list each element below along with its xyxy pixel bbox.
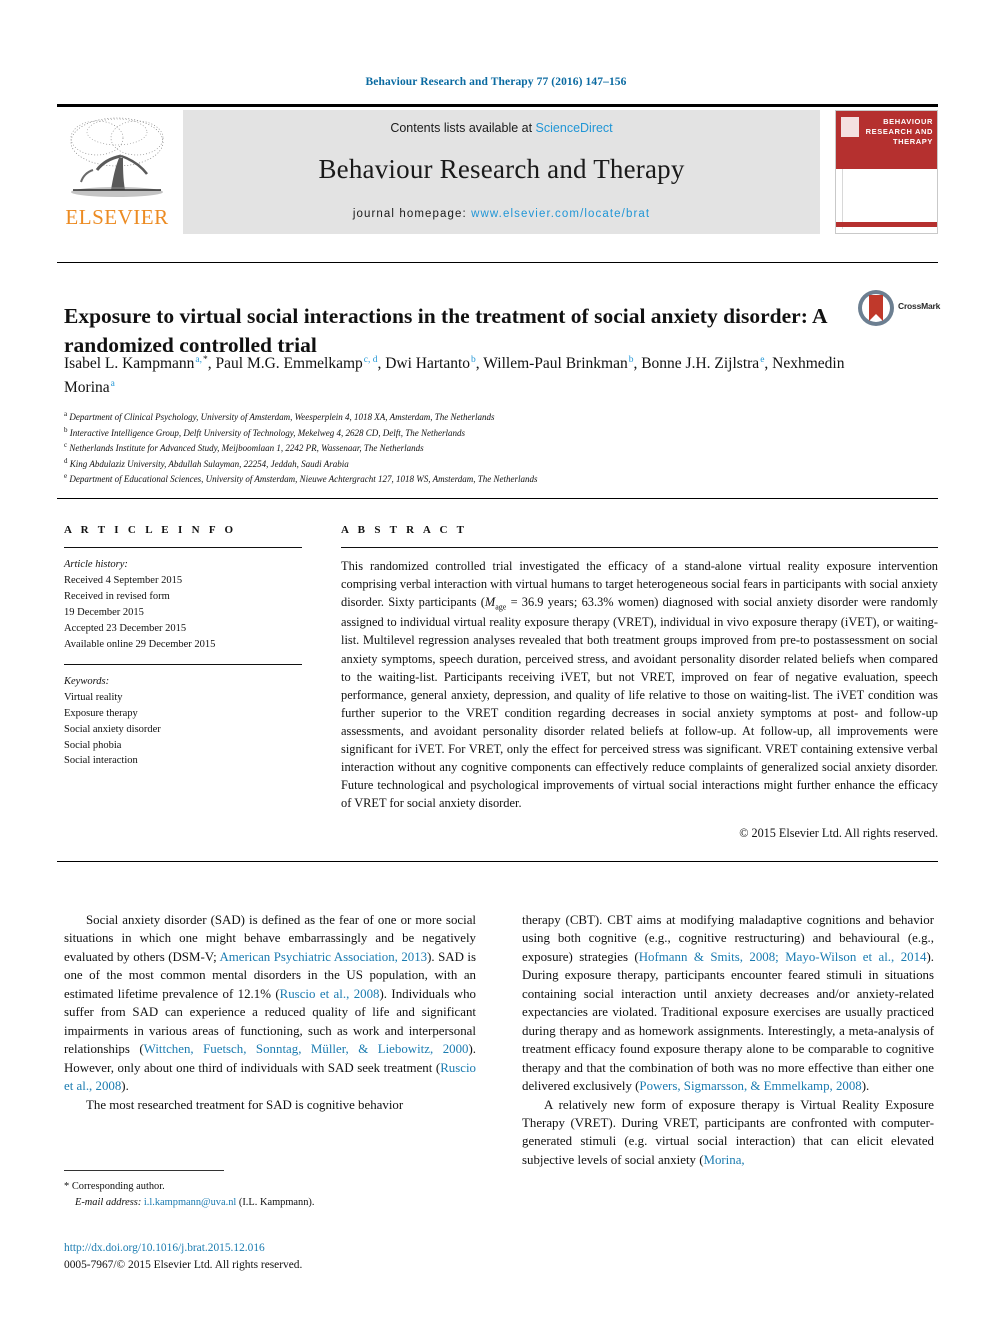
keywords-label: Keywords: xyxy=(64,675,110,687)
affiliation-item: a Department of Clinical Psychology, Uni… xyxy=(64,410,495,422)
email-link[interactable]: i.l.kampmann@uva.nl xyxy=(144,1197,236,1208)
email-note: E-mail address: i.l.kampmann@uva.nl (I.L… xyxy=(64,1195,476,1211)
cover-footer-bar xyxy=(836,222,937,227)
article-info-heading: A R T I C L E I N F O xyxy=(64,524,237,536)
author-list: Isabel L. Kampmanna,*, Paul M.G. Emmelka… xyxy=(64,354,845,397)
journal-article-page: Behaviour Research and Therapy 77 (2016)… xyxy=(0,0,992,1323)
title-separator-rule xyxy=(57,262,938,263)
keyword-item: Social interaction xyxy=(64,755,138,767)
affiliation-mark: a xyxy=(64,410,68,418)
article-history-lines: Received 4 September 2015 Received in rev… xyxy=(64,575,215,650)
author-affiliation-mark: b xyxy=(471,354,476,365)
body-paragraph: The most researched treatment for SAD is… xyxy=(86,1097,404,1112)
contents-available-line: Contents lists available at ScienceDirec… xyxy=(183,121,820,135)
history-line: Received 4 September 2015 xyxy=(64,574,183,586)
info-bottom-rule xyxy=(57,861,938,862)
article-history-label: Article history: xyxy=(64,559,128,570)
abstract-column: A B S T R A C T This randomized controll… xyxy=(341,524,938,841)
elsevier-tree-icon xyxy=(63,112,171,204)
info-top-rule xyxy=(57,498,938,499)
abstract-rule xyxy=(341,547,938,548)
journal-homepage-line: journal homepage: www.elsevier.com/locat… xyxy=(183,208,820,220)
author-name: Isabel L. Kampmann xyxy=(64,355,195,372)
history-line: 19 December 2015 xyxy=(64,606,144,618)
affiliation-mark: e xyxy=(64,472,68,481)
author-name: Willem-Paul Brinkman xyxy=(483,355,628,372)
affiliation-item: b Interactive Intelligence Group, Delft … xyxy=(64,425,466,438)
crossmark-label: CrossMark xyxy=(898,301,941,311)
author-name: Bonne J.H. Zijlstra xyxy=(641,355,760,372)
history-line: Accepted 23 December 2015 xyxy=(64,622,187,634)
affiliation-item: d King Abdulaziz University, Abdullah Su… xyxy=(64,456,349,469)
keywords-block: Keywords: Virtual reality Exposure therap… xyxy=(64,674,302,770)
history-line: Available online 29 December 2015 xyxy=(64,638,216,650)
crossmark-icon xyxy=(858,290,894,326)
affiliation-mark: d xyxy=(64,456,68,465)
affiliation-item: e Department of Educational Sciences, Un… xyxy=(64,472,538,485)
crossmark-badge[interactable]: CrossMark xyxy=(856,288,942,328)
page-title: Exposure to virtual social interactions … xyxy=(64,304,827,357)
journal-title: Behaviour Research and Therapy xyxy=(318,154,685,184)
abstract-heading: A B S T R A C T xyxy=(341,524,468,536)
body-paragraph: therapy (CBT). CBT aims at modifying mal… xyxy=(522,913,935,1094)
banner-top-rule xyxy=(57,104,938,107)
corresponding-author-note: * Corresponding author. xyxy=(64,1179,476,1195)
doi-link[interactable]: http://dx.doi.org/10.1016/j.brat.2015.12… xyxy=(64,1242,265,1254)
elsevier-logo: ELSEVIER xyxy=(57,110,177,234)
article-info-column: A R T I C L E I N F O Article history: R… xyxy=(64,524,302,769)
abstract-text: This randomized controlled trial investi… xyxy=(341,559,939,811)
author-affiliation-mark: e xyxy=(760,354,765,365)
contents-prefix: Contents lists available at xyxy=(390,121,536,135)
sciencedirect-link[interactable]: ScienceDirect xyxy=(536,121,613,135)
affiliation-mark: b xyxy=(64,425,68,434)
keyword-item: Virtual reality xyxy=(64,691,123,703)
corresponding-author-text: Corresponding author. xyxy=(71,1181,165,1192)
running-head: Behaviour Research and Therapy 77 (2016)… xyxy=(365,76,627,88)
cover-publisher-icon xyxy=(841,117,859,137)
footnote-block: * Corresponding author. E-mail address: … xyxy=(64,1179,476,1210)
keyword-item: Exposure therapy xyxy=(64,707,138,719)
author-affiliation-mark: a, xyxy=(195,354,203,365)
author-name: Dwi Hartanto xyxy=(385,355,471,372)
affiliation-list: a Department of Clinical Psychology, Uni… xyxy=(64,409,864,487)
email-label: E-mail address: xyxy=(75,1196,142,1208)
article-info-rule xyxy=(64,547,302,548)
corresponding-author-marker: * xyxy=(203,354,208,365)
body-paragraph: Social anxiety disorder (SAD) is defined… xyxy=(64,913,476,1094)
cover-subtext xyxy=(840,143,874,148)
body-column-right: therapy (CBT). CBT aims at modifying mal… xyxy=(522,911,934,1169)
keywords-rule xyxy=(64,663,302,665)
author-affiliation-mark: a xyxy=(110,378,115,389)
doi-block: http://dx.doi.org/10.1016/j.brat.2015.12… xyxy=(64,1240,504,1274)
author-name: Paul M.G. Emmelkamp xyxy=(215,355,363,372)
abstract-copyright: © 2015 Elsevier Ltd. All rights reserved… xyxy=(739,825,938,840)
journal-cover-thumbnail: BEHAVIOUR RESEARCH AND THERAPY xyxy=(835,110,938,234)
body-column-left: Social anxiety disorder (SAD) is defined… xyxy=(64,911,476,1114)
keyword-item: Social phobia xyxy=(64,739,122,751)
banner-center-panel: Contents lists available at ScienceDirec… xyxy=(183,110,820,234)
journal-banner: ELSEVIER Contents lists available at Sci… xyxy=(57,104,938,234)
elsevier-wordmark: ELSEVIER xyxy=(65,205,169,229)
keywords-lines: Virtual reality Exposure therapy Social an… xyxy=(64,692,161,767)
footnote-separator xyxy=(64,1170,224,1171)
author-affiliation-mark: b xyxy=(628,354,634,365)
history-line: Received in revised form xyxy=(64,590,170,602)
body-paragraph: A relatively new form of exposure therap… xyxy=(522,1097,934,1167)
cover-divider xyxy=(842,169,843,229)
journal-homepage-link[interactable]: www.elsevier.com/locate/brat xyxy=(471,208,650,220)
homepage-prefix: journal homepage: xyxy=(352,208,472,220)
author-affiliation-mark: c, d xyxy=(363,354,378,365)
issn-copyright-line: 0005-7967/© 2015 Elsevier Ltd. All right… xyxy=(64,1259,303,1272)
affiliation-mark: c xyxy=(64,441,68,450)
asterisk-icon: * xyxy=(64,1181,70,1192)
email-owner: (I.L. Kampmann). xyxy=(238,1196,315,1208)
keyword-item: Social anxiety disorder xyxy=(64,723,161,735)
affiliation-item: c Netherlands Institute for Advanced Stu… xyxy=(64,441,424,454)
article-history-block: Article history: Received 4 September 20… xyxy=(64,557,302,653)
